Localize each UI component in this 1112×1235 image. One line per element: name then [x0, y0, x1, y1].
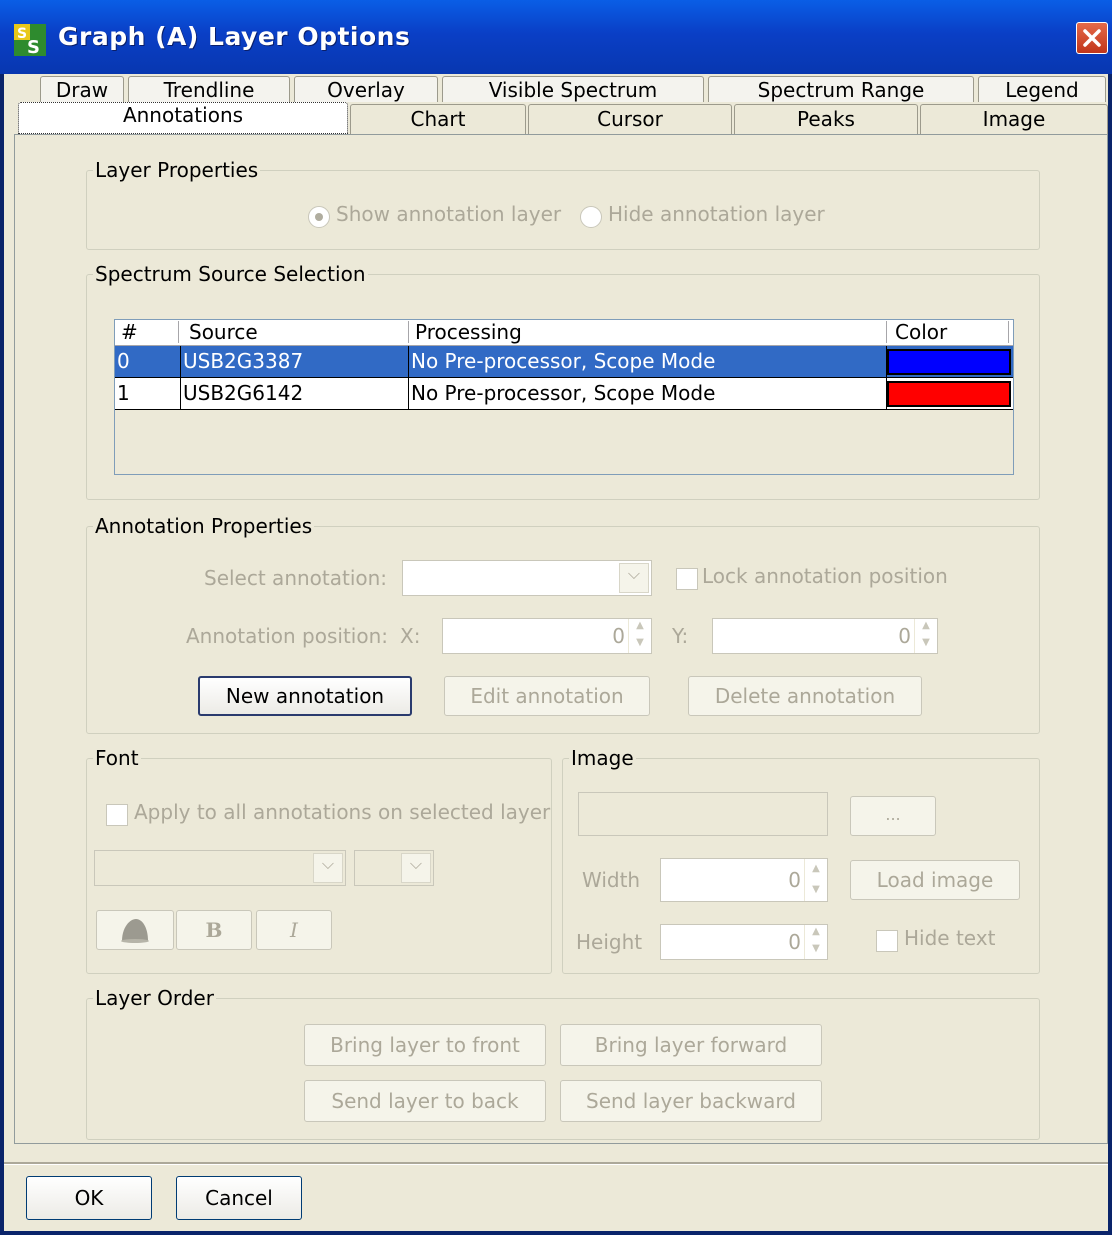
bring-layer-forward-button[interactable]: Bring layer forward	[560, 1024, 822, 1066]
tab-draw[interactable]: Draw	[40, 76, 124, 102]
height-input[interactable]: 0 ▲ ▼	[660, 924, 828, 960]
select-annotation-label: Select annotation:	[204, 566, 388, 590]
cell-source: USB2G3387	[181, 346, 409, 377]
tab-chart[interactable]: Chart	[350, 104, 526, 134]
tab-trendline[interactable]: Trendline	[128, 76, 290, 102]
bold-button[interactable]: B	[176, 910, 252, 950]
tab-visible-spectrum[interactable]: Visible Spectrum	[442, 76, 704, 102]
column-header-index[interactable]: #	[117, 321, 179, 343]
y-position-value: 0	[898, 624, 911, 648]
tab-peaks[interactable]: Peaks	[734, 104, 918, 134]
table-row[interactable]: 1 USB2G6142 No Pre-processor, Scope Mode	[115, 378, 1013, 410]
window-title: Graph (A) Layer Options	[58, 22, 411, 51]
select-annotation-dropdown[interactable]: ⌵	[402, 560, 652, 596]
show-annotation-layer-radio[interactable]	[308, 206, 330, 228]
height-label: Height	[576, 930, 643, 954]
new-annotation-button[interactable]: New annotation	[198, 676, 412, 716]
height-spinner[interactable]: ▲ ▼	[804, 925, 827, 959]
tab-annotations[interactable]: Annotations	[18, 102, 348, 134]
y-position-input[interactable]: 0 ▲ ▼	[712, 618, 938, 654]
annotation-position-label: Annotation position:	[186, 624, 388, 648]
dialog-window: S S Graph (A) Layer Options Draw Trendli…	[0, 0, 1112, 1235]
column-header-color[interactable]: Color	[889, 321, 1009, 343]
svg-text:S: S	[17, 26, 27, 42]
apply-to-all-checkbox[interactable]	[106, 804, 128, 826]
cell-source: USB2G6142	[181, 378, 409, 409]
show-annotation-layer-label: Show annotation layer	[336, 202, 562, 226]
hide-text-checkbox[interactable]	[876, 930, 898, 952]
bring-layer-to-front-button[interactable]: Bring layer to front	[304, 1024, 546, 1066]
cell-processing: No Pre-processor, Scope Mode	[409, 346, 887, 377]
x-label: X:	[400, 624, 421, 648]
font-color-icon	[121, 919, 149, 943]
delete-annotation-button[interactable]: Delete annotation	[688, 676, 922, 716]
hide-text-label: Hide text	[904, 926, 996, 950]
width-input[interactable]: 0 ▲ ▼	[660, 858, 828, 902]
x-spinner[interactable]: ▲ ▼	[628, 619, 651, 653]
x-position-value: 0	[612, 624, 625, 648]
lock-annotation-position-label: Lock annotation position	[702, 564, 948, 588]
load-image-button[interactable]: Load image	[850, 860, 1020, 900]
tab-overlay[interactable]: Overlay	[294, 76, 438, 102]
tab-legend[interactable]: Legend	[978, 76, 1106, 102]
chevron-down-icon: ⌵	[313, 853, 343, 883]
apply-to-all-label: Apply to all annotations on selected lay…	[134, 800, 551, 824]
svg-text:S: S	[27, 37, 40, 56]
chevron-down-icon: ⌵	[401, 853, 431, 883]
send-layer-backward-button[interactable]: Send layer backward	[560, 1080, 822, 1122]
spectrum-source-table[interactable]: # Source Processing Color 0 USB2G3387 No…	[114, 319, 1014, 475]
browse-image-button[interactable]: ...	[850, 796, 936, 836]
tab-cursor[interactable]: Cursor	[528, 104, 732, 134]
close-button[interactable]	[1076, 22, 1108, 54]
hide-annotation-layer-label: Hide annotation layer	[608, 202, 825, 226]
column-header-source[interactable]: Source	[181, 321, 409, 343]
edit-annotation-button[interactable]: Edit annotation	[444, 676, 650, 716]
cancel-button[interactable]: Cancel	[176, 1176, 302, 1220]
font-size-dropdown[interactable]: ⌵	[354, 850, 434, 886]
footer-divider	[4, 1162, 1108, 1165]
cell-processing: No Pre-processor, Scope Mode	[409, 378, 887, 409]
spectrum-source-legend: Spectrum Source Selection	[95, 262, 366, 286]
chevron-down-icon: ⌵	[619, 563, 649, 593]
close-icon	[1083, 29, 1101, 47]
layer-properties-legend: Layer Properties	[95, 158, 259, 182]
annotation-properties-legend: Annotation Properties	[95, 514, 313, 538]
table-row[interactable]: 0 USB2G3387 No Pre-processor, Scope Mode	[115, 346, 1013, 378]
font-color-button[interactable]	[96, 910, 174, 950]
layer-properties-group: Layer Properties	[86, 158, 1040, 250]
tab-image[interactable]: Image	[920, 104, 1108, 134]
height-value: 0	[788, 930, 801, 954]
cell-index: 1	[115, 378, 181, 409]
width-value: 0	[788, 868, 801, 892]
lock-annotation-position-checkbox[interactable]	[676, 568, 698, 590]
color-swatch[interactable]	[887, 349, 1011, 375]
italic-button[interactable]: I	[256, 910, 332, 950]
color-swatch[interactable]	[887, 381, 1011, 407]
hide-annotation-layer-radio[interactable]	[580, 206, 602, 228]
ok-button[interactable]: OK	[26, 1176, 152, 1220]
image-path-input[interactable]	[578, 792, 828, 836]
table-header: # Source Processing Color	[115, 320, 1013, 346]
send-layer-to-back-button[interactable]: Send layer to back	[304, 1080, 546, 1122]
y-spinner[interactable]: ▲ ▼	[914, 619, 937, 653]
font-family-dropdown[interactable]: ⌵	[94, 850, 346, 886]
width-label: Width	[582, 868, 641, 892]
dialog-client-area: Draw Trendline Overlay Visible Spectrum …	[4, 74, 1108, 1231]
column-header-processing[interactable]: Processing	[411, 321, 887, 343]
ss-app-icon: S S	[14, 24, 46, 56]
width-spinner[interactable]: ▲ ▼	[804, 859, 827, 901]
font-legend: Font	[95, 746, 139, 770]
cell-index: 0	[115, 346, 181, 377]
title-bar[interactable]: S S Graph (A) Layer Options	[0, 0, 1112, 74]
layer-order-legend: Layer Order	[95, 986, 214, 1010]
y-label: Y:	[672, 624, 689, 648]
image-legend: Image	[571, 746, 634, 770]
x-position-input[interactable]: 0 ▲ ▼	[442, 618, 652, 654]
tab-spectrum-range[interactable]: Spectrum Range	[708, 76, 974, 102]
